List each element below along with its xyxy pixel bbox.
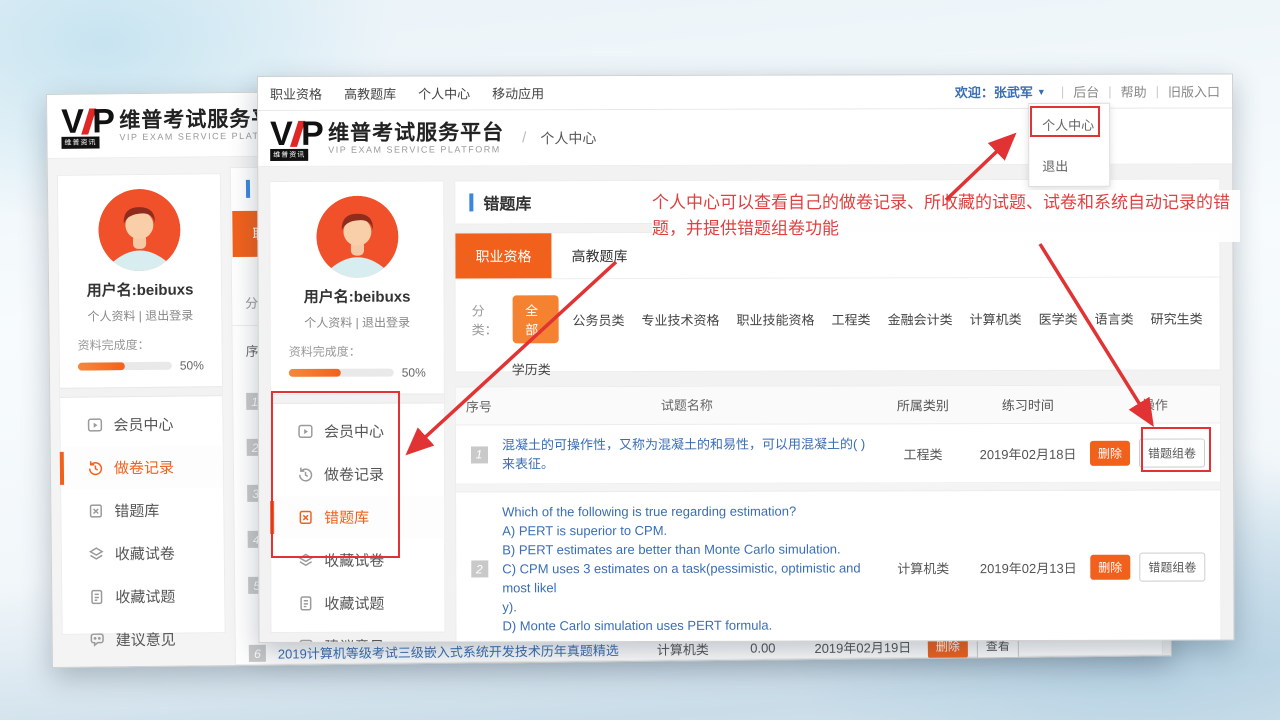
progress-track [289,369,394,377]
chevron-down-icon[interactable]: ▼ [1037,86,1046,96]
vip-logo-mark: V P 维普资讯 [270,118,322,158]
question-link[interactable]: Which of the following is true regarding… [502,501,880,635]
practice-date: 2019年02月18日 [966,443,1090,462]
header-seq: 序号 [456,396,502,415]
document-icon [297,595,314,612]
avatar [98,189,181,272]
category-option[interactable]: 计算机类 [970,308,1022,327]
paper-score: 0.00 [728,640,798,656]
category-option[interactable]: 专业技术资格 [641,309,719,328]
nav-vocational[interactable]: 职业资格 [270,84,322,103]
feedback-icon [297,638,314,643]
category-option[interactable]: 研究生类 [1151,308,1203,327]
page-title: 错题库 [483,190,531,214]
tabs-and-filters-card: 职业资格 高教题库 分类： 全部 公务员类 专业技术资格 职业技能资格 工程类 … [454,230,1220,372]
document-icon [88,588,105,605]
dropdown-logout[interactable]: 退出 [1029,145,1109,186]
category-option[interactable]: 金融会计类 [888,309,953,328]
username: 用户名:beibuxs [59,278,221,301]
category-all[interactable]: 全部 [512,295,558,343]
nav-legacy-entry[interactable]: 旧版入口 [1168,81,1220,100]
progress-label: 资料完成度： [289,343,426,360]
header-practice-time: 练习时间 [966,395,1090,414]
tab-higher-ed[interactable]: 高教题库 [551,233,647,278]
sidebar-item-exam-records[interactable]: 做卷记录 [61,445,223,490]
practice-date: 2019年02月13日 [966,558,1090,577]
brand-name-en: VIP EXAM SERVICE PLATFORM [328,144,504,154]
breadcrumb: / 个人中心 [522,128,596,148]
table-row: 2 Which of the following is true regardi… [456,490,1220,643]
category-option[interactable]: 公务员类 [572,310,624,329]
question-category: 工程类 [880,444,966,463]
header-actions: 操作 [1090,394,1220,413]
member-icon [86,416,103,433]
group-paper-button[interactable]: 错题组卷 [1139,553,1205,582]
sidebar-item-feedback[interactable]: 建议意见 [271,625,444,643]
row-number: 1 [470,446,487,463]
annotation-box-sidebar-menu [271,391,400,558]
sidebar-item-saved-papers[interactable]: 收藏试卷 [62,531,224,576]
username: 用户名:beibuxs [271,286,444,307]
sidebar-item-saved-questions[interactable]: 收藏试题 [62,574,224,619]
breadcrumb-current: 个人中心 [540,128,596,148]
header-category: 所属类别 [880,395,966,414]
table-header: 序号 试题名称 所属类别 练习时间 操作 [456,385,1220,425]
brand-name: 维普考试服务平台 [328,122,504,144]
sidebar-item-wrong-questions[interactable]: 错题库 [61,488,223,533]
category-option[interactable]: 职业技能资格 [737,309,815,328]
question-link[interactable]: 混凝土的可操作性，又称为混凝土的和易性，可以用混凝土的( )来表征。 [502,434,880,473]
progress-fill [289,369,342,377]
nav-backend[interactable]: 后台 [1073,82,1099,101]
logo-subtext: 维普资讯 [61,136,99,148]
category-option[interactable]: 语言类 [1095,308,1134,327]
category-option[interactable]: 学历类 [512,362,551,377]
category-option[interactable]: 工程类 [832,309,871,328]
progress-fill [78,362,125,370]
category-option[interactable]: 医学类 [1039,308,1078,327]
title-accent-bar [246,180,250,198]
filter-label: 分类： [472,300,503,338]
avatar [316,196,398,278]
sidebar-item-feedback[interactable]: 建议意见 [62,617,224,662]
annotation-text: 个人中心可以查看自己的做卷记录、所收藏的试题、试卷和系统自动记录的错题，并提供错… [652,190,1240,242]
delete-button[interactable]: 删除 [1090,440,1130,465]
row-number: 2 [471,560,488,577]
progress-value: 50% [180,358,204,372]
progress-label: 资料完成度： [78,335,204,353]
vip-logo-mark: V P 维普资讯 [61,106,113,147]
profile-links[interactable]: 个人资料 | 退出登录 [271,314,444,331]
annotation-box-personal-center [1030,106,1100,137]
feedback-icon [89,631,106,648]
wrong-questions-table: 序号 试题名称 所属类别 练习时间 操作 1 混凝土的可操作性，又称为混凝土的和… [455,384,1222,643]
foreground-window: 职业资格 高教题库 个人中心 移动应用 欢迎：张武军 ▼ | 后台 | 帮助 |… [257,73,1234,643]
delete-button[interactable]: 删除 [1090,555,1130,580]
welcome-user[interactable]: 欢迎：张武军 [955,82,1033,101]
paper-name-link[interactable]: 2019计算机等级考试三级嵌入式系统开发技术历年真题精选 [278,640,638,663]
annotation-box-group-button [1141,427,1211,472]
profile-links[interactable]: 个人资料 | 退出登录 [59,306,221,325]
progress-value: 50% [402,366,426,380]
table-row: 1 混凝土的可操作性，又称为混凝土的和易性，可以用混凝土的( )来表征。 工程类… [456,423,1220,484]
vip-logo[interactable]: V P 维普资讯 维普考试服务平台 VIP EXAM SERVICE PLATF… [270,118,504,159]
nav-help[interactable]: 帮助 [1121,82,1147,101]
row-number: 6 [249,645,266,662]
question-category: 计算机类 [880,558,966,577]
progress-track [78,362,172,371]
tab-vocational[interactable]: 职业资格 [455,233,551,278]
header-question-name: 试题名称 [502,395,880,415]
sidebar-item-saved-questions[interactable]: 收藏试题 [271,582,444,625]
nav-mobile-app[interactable]: 移动应用 [492,83,544,102]
history-icon [87,459,104,476]
title-accent-bar [469,193,473,211]
sidebar-item-member-center[interactable]: 会员中心 [60,402,222,447]
wrongbook-icon [87,502,104,519]
layers-icon [88,545,105,562]
bg-sidebar: 用户名:beibuxs 个人资料 | 退出登录 资料完成度： 50% 会员中心 … [57,173,226,635]
nav-higher-ed[interactable]: 高教题库 [344,84,396,103]
nav-personal-center[interactable]: 个人中心 [418,83,470,102]
